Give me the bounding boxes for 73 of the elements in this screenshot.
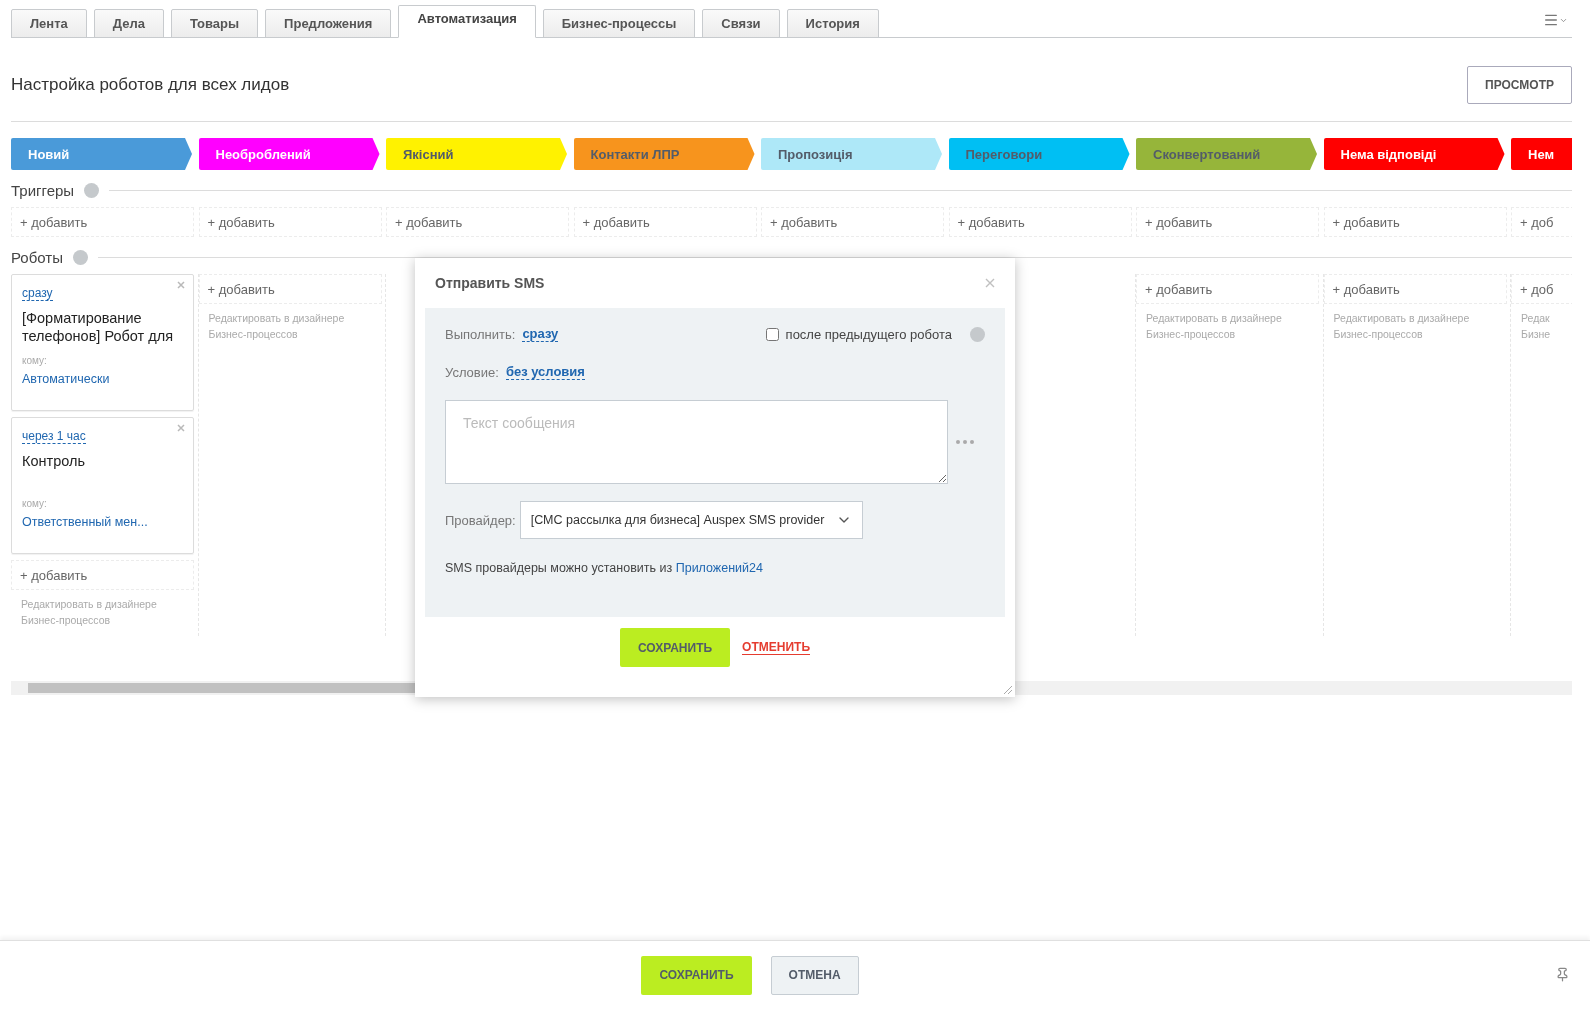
add-trigger-button[interactable]: + добавить [573, 207, 757, 237]
provider-select[interactable]: [СМС рассылка для бизнеса] Auspex SMS provider [519, 501, 863, 539]
tab[interactable]: История [786, 9, 879, 38]
run-time-link[interactable]: сразу [522, 326, 559, 342]
recipient-label: кому: [22, 498, 48, 509]
after-previous-checkbox[interactable] [765, 327, 779, 341]
field-label: Условие: [445, 364, 499, 380]
menu-icon[interactable] [1543, 12, 1568, 28]
stage-label: Переговори [948, 138, 1130, 170]
tab[interactable]: Лента [11, 9, 87, 38]
add-trigger-button[interactable]: + доб [1511, 207, 1572, 237]
delay-link[interactable]: через 1 час [22, 429, 86, 444]
page-title: Настройка роботов для всех лидов [11, 74, 290, 95]
add-trigger-button[interactable]: + добавить [1136, 207, 1319, 237]
cancel-button[interactable]: ОТМЕНА [770, 955, 859, 995]
resize-icon[interactable] [1003, 685, 1012, 694]
add-trigger-button[interactable]: + добавить [386, 207, 569, 237]
robot-title: [Форматирование телефонов] Робот для [22, 309, 174, 346]
designer-hint: Редактировать в дизайнере Бизнес-процессов [1332, 311, 1471, 342]
designer-hint: Редактировать в дизайнере Бизнес-процессов [1145, 311, 1283, 342]
stage-label: Необроблений [198, 138, 380, 170]
add-robot-button[interactable]: + добавить [1323, 274, 1507, 304]
designer-hint: Редактировать в дизайнере Бизнес-процессов [207, 311, 346, 342]
add-robot-button[interactable]: + добавить [1136, 274, 1319, 304]
section-title: Триггеры [11, 182, 75, 199]
recipient-label: кому: [22, 355, 48, 366]
robot-card[interactable]: сразу [Форматирование телефонов] Робот для кому: Автоматически [11, 274, 194, 411]
designer-hint: Редактировать в дизайнере Бизнес-процессов [20, 597, 158, 628]
cancel-link[interactable]: ОТМЕНИТЬ [742, 640, 810, 655]
pin-icon[interactable] [1555, 967, 1570, 982]
add-trigger-button[interactable]: + добавить [1323, 207, 1507, 237]
close-icon[interactable] [177, 424, 185, 432]
apps-link[interactable]: Приложений24 [675, 561, 763, 575]
save-button[interactable]: СОХРАНИТЬ [641, 955, 752, 995]
add-robot-button[interactable]: + доб [1511, 274, 1572, 304]
tab[interactable]: Дела [93, 9, 164, 38]
recipient-link[interactable]: Ответственный мен... [22, 515, 148, 529]
tab[interactable]: Товары [170, 9, 259, 38]
tab[interactable]: Связи [702, 9, 780, 38]
recipient-link[interactable]: Автоматически [22, 372, 110, 386]
stage-label: Сконвертований [1136, 138, 1317, 170]
close-icon[interactable] [985, 278, 995, 288]
add-robot-button[interactable]: + добавить [198, 274, 382, 304]
message-field[interactable]: Текст сообщения [445, 400, 948, 484]
stage-label: Якісний [386, 138, 567, 170]
save-button[interactable]: СОХРАНИТЬ [620, 628, 731, 667]
field-label: Провайдер: [445, 512, 516, 528]
field-label: Выполнить: [445, 326, 516, 342]
section-title: Роботы [11, 249, 63, 266]
preview-button[interactable]: ПРОСМОТР [1467, 65, 1572, 104]
robot-card[interactable]: через 1 час Контроль кому: Ответственный мен... [11, 417, 194, 554]
tab[interactable]: Бизнес-процессы [542, 9, 696, 38]
add-robot-button[interactable]: + добавить [11, 560, 194, 590]
add-trigger-button[interactable]: + добавить [11, 207, 194, 237]
checkbox-label: после предыдущего робота [785, 326, 952, 342]
close-icon[interactable] [177, 281, 185, 289]
designer-hint: Редак Бизне [1520, 311, 1552, 342]
tab[interactable]: Автоматизация [398, 5, 536, 38]
tab[interactable]: Предложения [265, 9, 392, 38]
add-trigger-button[interactable]: + добавить [948, 207, 1132, 237]
stage-label: Нема відповіді [1323, 138, 1505, 170]
more-icon[interactable] [956, 440, 974, 444]
provider-info: SMS провайдеры можно установить из Приложений24 [445, 561, 764, 575]
stage-label: Нем [1511, 138, 1572, 170]
add-trigger-button[interactable]: + добавить [198, 207, 382, 237]
stage-label: Контакти ЛПР [573, 138, 755, 170]
delay-link[interactable]: сразу [22, 286, 53, 301]
condition-link[interactable]: без условия [505, 364, 585, 380]
robot-title: Контроль [22, 452, 86, 471]
stage-label: Пропозиція [761, 138, 942, 170]
stage-label: Новий [11, 138, 192, 170]
add-trigger-button[interactable]: + добавить [761, 207, 944, 237]
dialog-title: Отправить SMS [435, 275, 545, 291]
